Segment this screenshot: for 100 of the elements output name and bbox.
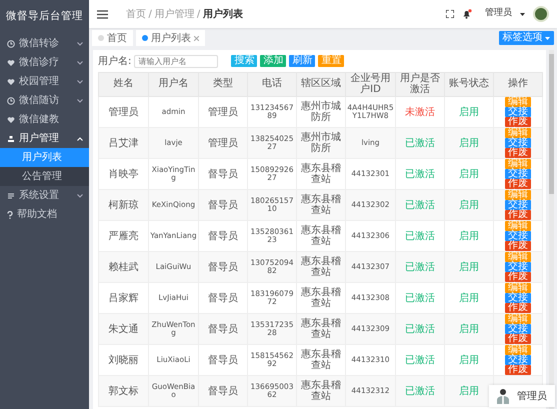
void-button[interactable]: 作废 [505, 272, 531, 282]
table-cell: 管理员 [198, 128, 248, 158]
tab[interactable]: 用户列表 [136, 30, 205, 46]
widget-label: 管理员 [517, 390, 547, 404]
chevron-icon [77, 60, 83, 64]
fullscreen-icon[interactable] [446, 10, 454, 18]
person-icon [497, 388, 509, 404]
edit-button[interactable]: 编辑 [505, 97, 531, 107]
account-status: 启用 [444, 190, 494, 220]
chevron-icon [77, 136, 83, 140]
refresh-button[interactable]: 刷新 [289, 55, 316, 67]
handover-button[interactable]: 交接 [505, 138, 531, 148]
sidebar-item[interactable]: 微信诊疗 [0, 53, 89, 72]
caret-icon [545, 36, 550, 40]
tab[interactable]: 首页 [92, 30, 133, 46]
column-header: 操作 [494, 72, 542, 96]
table-cell: 惠东县稽查站 [296, 190, 346, 220]
table-cell: 督导员 [198, 376, 248, 406]
table-cell: 赖桂武 [98, 252, 148, 282]
table-cell: 惠东县稽查站 [296, 252, 346, 282]
handover-button[interactable]: 交接 [505, 293, 531, 303]
bell-icon[interactable] [462, 9, 472, 19]
sidebar-item[interactable]: 校园管理 [0, 72, 89, 91]
void-button[interactable]: 作废 [505, 241, 531, 251]
chevron-icon [77, 194, 83, 198]
sidebar-item[interactable]: 微信转诊 [0, 34, 89, 53]
sidebar-item[interactable]: 帮助文档 [0, 205, 89, 224]
breadcrumb-link[interactable]: 首页 [126, 6, 146, 22]
column-header: 企业号用户ID [346, 72, 396, 96]
void-button[interactable]: 作废 [505, 365, 531, 375]
scrollbar[interactable] [549, 50, 554, 409]
table-cell: 惠州市城防所 [296, 128, 346, 158]
handover-button[interactable]: 交接 [505, 169, 531, 179]
search-button[interactable]: 搜索 [231, 55, 258, 67]
breadcrumb-current: 用户列表 [202, 7, 243, 22]
table-cell: 柯新琼 [98, 190, 148, 220]
submenu-item[interactable]: 用户列表 [0, 148, 89, 167]
account-status: 启用 [444, 252, 494, 282]
chevron-icon [77, 42, 83, 46]
handover-button[interactable]: 交接 [505, 324, 531, 334]
column-header: 用户是否激活 [396, 72, 444, 96]
help-icon [7, 210, 13, 218]
edit-button[interactable]: 编辑 [505, 314, 531, 324]
tab-options-button[interactable]: 标签选项 [498, 31, 554, 45]
handover-button[interactable]: 交接 [505, 355, 531, 365]
activation-status: 已激活 [396, 314, 444, 344]
chevron-icon [77, 80, 83, 84]
column-header: 辖区区域 [296, 72, 346, 96]
void-button[interactable]: 作废 [505, 210, 531, 220]
handover-button[interactable]: 交接 [505, 200, 531, 210]
handover-button[interactable]: 交接 [505, 231, 531, 241]
add-button[interactable]: 添加 [260, 55, 286, 67]
edit-button[interactable]: 编辑 [505, 283, 531, 293]
clock-icon [7, 96, 15, 104]
sidebar-item[interactable]: 系统设置 [0, 186, 89, 205]
column-header: 账号状态 [444, 72, 494, 96]
table-cell: 督导员 [198, 314, 248, 344]
sidebar-item[interactable]: 用户管理 [0, 129, 89, 148]
sidebar-item[interactable]: 微信健教 [0, 110, 89, 129]
table-cell: 吕艾津 [98, 128, 148, 158]
handover-button[interactable]: 交接 [505, 107, 531, 117]
sidebar-item[interactable]: 微信随访 [0, 91, 89, 110]
breadcrumb-separator: / [148, 8, 152, 22]
avatar-icon[interactable] [533, 6, 549, 22]
void-button[interactable]: 作废 [505, 303, 531, 313]
heart-icon [7, 58, 15, 66]
activation-status: 已激活 [396, 190, 444, 220]
void-button[interactable]: 作废 [505, 117, 531, 127]
search-field[interactable]: 请输入用户名 [134, 54, 218, 68]
table-cell: 督导员 [198, 252, 248, 282]
activation-status: 已激活 [396, 128, 444, 158]
breadcrumb-separator: / [196, 8, 200, 22]
edit-button[interactable]: 编辑 [505, 190, 531, 200]
clock-icon [7, 40, 15, 48]
edit-button[interactable]: 编辑 [505, 221, 531, 231]
reset-button[interactable]: 重置 [318, 55, 344, 67]
handover-button[interactable]: 交接 [505, 262, 531, 272]
breadcrumb-link[interactable]: 用户管理 [154, 6, 194, 22]
edit-button[interactable]: 编辑 [505, 252, 531, 262]
void-button[interactable]: 作废 [505, 334, 531, 344]
column-header: 电话 [248, 72, 296, 96]
menu-icon[interactable] [97, 10, 108, 18]
void-button[interactable]: 作废 [505, 148, 531, 158]
submenu-item[interactable]: 公告管理 [0, 167, 89, 186]
edit-button[interactable]: 编辑 [505, 128, 531, 138]
user-menu[interactable]: 管理员 [485, 7, 512, 21]
table-cell: 郭文标 [98, 376, 148, 406]
void-button[interactable]: 作废 [505, 179, 531, 189]
edit-button[interactable]: 编辑 [505, 159, 531, 169]
search-label: 用户名: [98, 54, 132, 68]
list-icon [7, 192, 15, 200]
heart-icon [7, 78, 15, 86]
chevron-icon [77, 98, 83, 102]
chat-widget[interactable]: 管理员 [489, 385, 555, 407]
column-header: 用户名 [148, 72, 198, 96]
table-cell: 督导员 [198, 190, 248, 220]
caret-icon [520, 12, 525, 16]
edit-button[interactable]: 编辑 [505, 345, 531, 355]
heart-icon [7, 116, 15, 124]
table-cell: 惠东县稽查站 [296, 376, 346, 406]
